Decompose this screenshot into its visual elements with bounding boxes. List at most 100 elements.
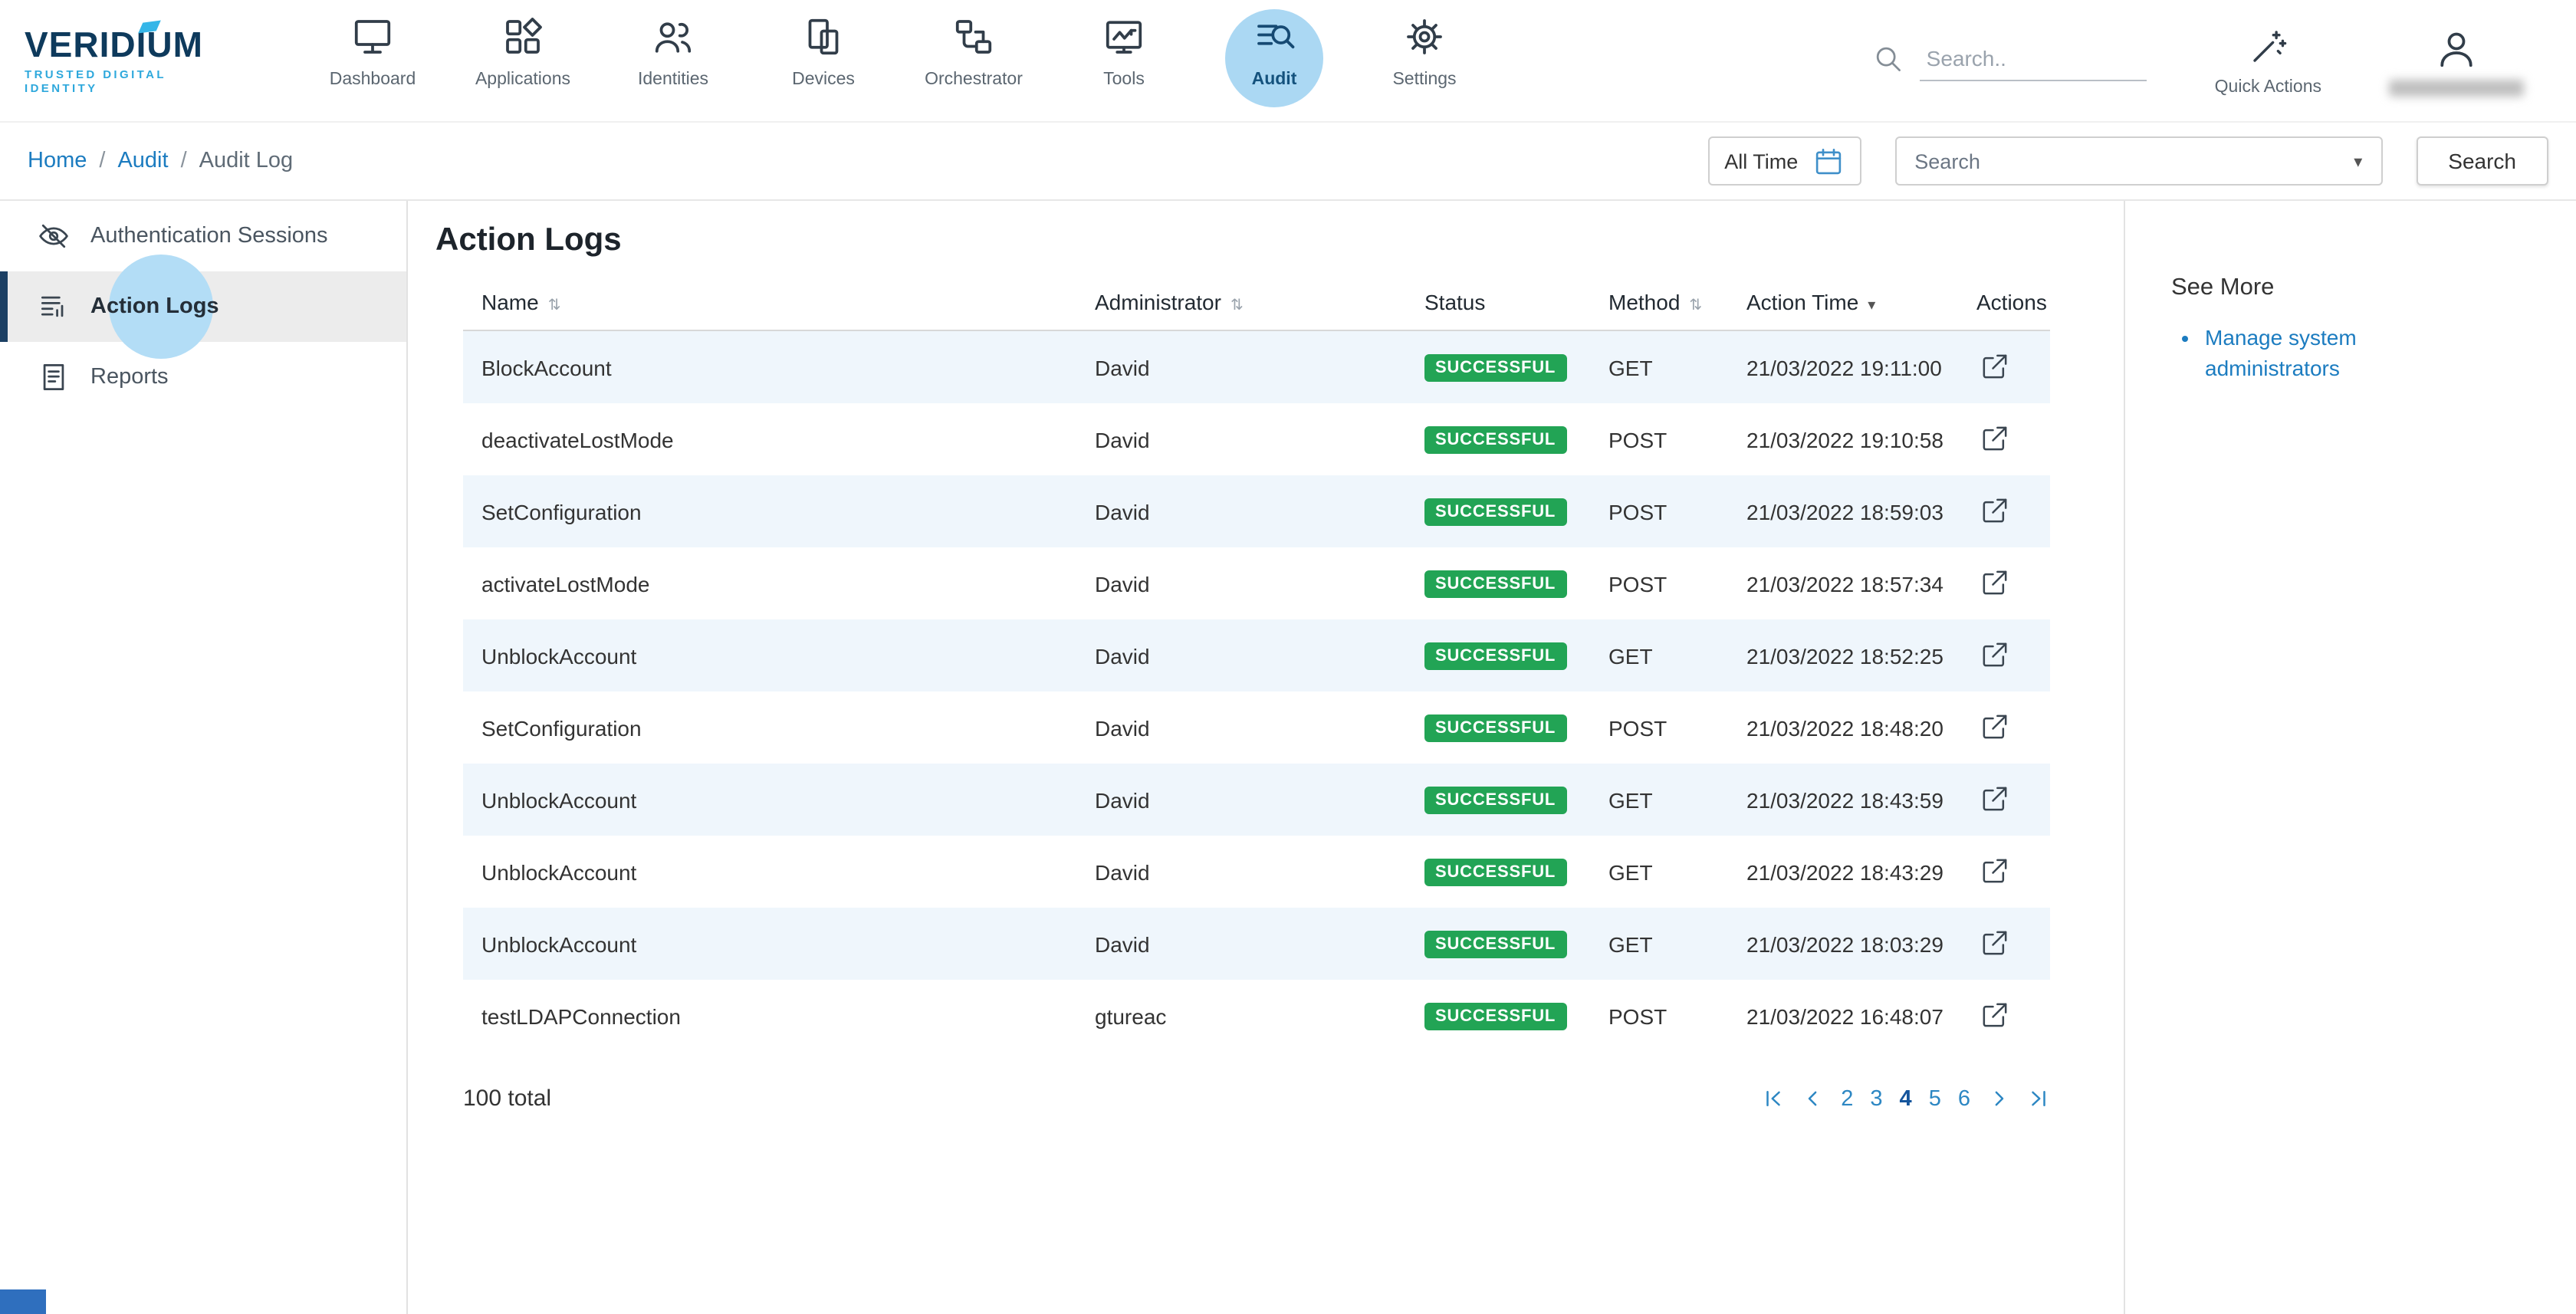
status-badge: SUCCESSFUL <box>1424 570 1566 598</box>
manage-system-administrators-link[interactable]: Manage system administrators <box>2205 325 2357 379</box>
cell-administrator: David <box>1076 330 1406 403</box>
column-header-name[interactable]: Name⇅ <box>463 274 1076 330</box>
breadcrumb-audit-link[interactable]: Audit <box>117 149 168 173</box>
sort-icon: ⇅ <box>1689 297 1702 314</box>
page-link-6[interactable]: 6 <box>1958 1086 1970 1111</box>
breadcrumb-home-link[interactable]: Home <box>28 149 87 173</box>
column-header-administrator[interactable]: Administrator⇅ <box>1076 274 1406 330</box>
cell-method: POST <box>1590 475 1728 547</box>
sidebar-item-label: Action Logs <box>90 294 219 319</box>
cell-name: SetConfiguration <box>463 691 1076 764</box>
prev-page-button[interactable] <box>1801 1087 1824 1110</box>
row-details-button[interactable] <box>1976 420 2013 457</box>
page-link-2[interactable]: 2 <box>1841 1086 1853 1111</box>
breadcrumb: Home / Audit / Audit Log <box>28 149 293 173</box>
cell-administrator: David <box>1076 403 1406 475</box>
column-header-action-time[interactable]: Action Time▾ <box>1728 274 1958 330</box>
app-root: VERIDIUM TRUSTED DIGITAL IDENTITY Dashbo… <box>0 0 2576 1314</box>
page-link-3[interactable]: 3 <box>1870 1086 1882 1111</box>
cell-name: UnblockAccount <box>463 619 1076 691</box>
nav-item-devices[interactable]: Devices <box>748 14 899 89</box>
sidebar-item-label: Reports <box>90 365 169 389</box>
global-search <box>1871 40 2147 81</box>
last-page-button[interactable] <box>2027 1087 2050 1110</box>
status-badge: SUCCESSFUL <box>1424 426 1566 454</box>
user-profile-button[interactable] <box>2389 25 2524 96</box>
row-details-button[interactable] <box>1976 925 2013 961</box>
nav-label: Tools <box>1103 71 1145 89</box>
user-avatar-icon <box>2433 25 2479 71</box>
global-search-input[interactable] <box>1921 40 2147 81</box>
open-details-icon <box>1980 351 2010 382</box>
devices-icon <box>800 14 846 60</box>
main-panel: Action Logs Name⇅ Administrator⇅ Status … <box>408 201 2125 1314</box>
search-button[interactable]: Search <box>2416 136 2548 186</box>
magic-wand-icon <box>2247 25 2288 67</box>
skip-first-icon <box>1761 1087 1784 1110</box>
nav-label: Settings <box>1392 71 1456 89</box>
table-row: testLDAPConnection gtureac SUCCESSFUL PO… <box>463 980 2050 1052</box>
page-link-5[interactable]: 5 <box>1929 1086 1941 1111</box>
nav-item-applications[interactable]: Applications <box>448 14 598 89</box>
page-link-4-current[interactable]: 4 <box>1900 1086 1912 1111</box>
skip-last-icon <box>2027 1087 2050 1110</box>
row-details-button[interactable] <box>1976 492 2013 529</box>
row-details-button[interactable] <box>1976 636 2013 673</box>
cell-action-time: 21/03/2022 18:48:20 <box>1728 691 1958 764</box>
status-badge: SUCCESSFUL <box>1424 859 1566 886</box>
time-range-label: All Time <box>1724 149 1798 172</box>
bottom-left-widget[interactable] <box>0 1289 46 1314</box>
sidebar-item-authentication-sessions[interactable]: Authentication Sessions <box>0 201 406 271</box>
nav-item-orchestrator[interactable]: Orchestrator <box>899 14 1049 89</box>
row-details-button[interactable] <box>1976 348 2013 385</box>
audit-sidebar: Authentication Sessions Action Logs Repo… <box>0 201 408 1314</box>
pagination: 2 3 4 5 6 <box>1761 1086 2050 1111</box>
table-row: deactivateLostMode David SUCCESSFUL POST… <box>463 403 2050 475</box>
see-more-list: Manage system administrators <box>2205 324 2545 383</box>
cell-action-time: 21/03/2022 18:52:25 <box>1728 619 1958 691</box>
cell-action-time: 21/03/2022 18:43:29 <box>1728 836 1958 908</box>
time-range-button[interactable]: All Time <box>1707 136 1861 186</box>
brand-logo[interactable]: VERIDIUM TRUSTED DIGITAL IDENTITY <box>25 27 236 94</box>
cell-action-time: 21/03/2022 19:10:58 <box>1728 403 1958 475</box>
status-badge: SUCCESSFUL <box>1424 787 1566 814</box>
cell-name: SetConfiguration <box>463 475 1076 547</box>
status-badge: SUCCESSFUL <box>1424 642 1566 670</box>
nav-label: Orchestrator <box>925 71 1023 89</box>
row-details-button[interactable] <box>1976 708 2013 745</box>
nav-item-settings[interactable]: Settings <box>1349 14 1500 89</box>
nav-item-dashboard[interactable]: Dashboard <box>297 14 448 89</box>
table-row: UnblockAccount David SUCCESSFUL GET 21/0… <box>463 619 2050 691</box>
see-more-title: See More <box>2171 274 2545 302</box>
filter-controls: All Time Search ▾ Search <box>1707 136 2548 186</box>
cell-method: POST <box>1590 980 1728 1052</box>
sort-icon: ⇅ <box>548 297 561 314</box>
cell-administrator: David <box>1076 547 1406 619</box>
cell-administrator: David <box>1076 619 1406 691</box>
table-row: SetConfiguration David SUCCESSFUL POST 2… <box>463 475 2050 547</box>
nav-item-audit[interactable]: Audit <box>1199 14 1349 89</box>
column-header-actions: Actions <box>1958 274 2050 330</box>
eye-off-icon <box>37 219 71 253</box>
first-page-button[interactable] <box>1761 1087 1784 1110</box>
see-more-panel: See More Manage system administrators <box>2125 201 2576 1314</box>
row-details-button[interactable] <box>1976 564 2013 601</box>
sidebar-item-action-logs[interactable]: Action Logs <box>0 271 406 342</box>
quick-actions-button[interactable]: Quick Actions <box>2215 25 2321 96</box>
column-header-method[interactable]: Method⇅ <box>1590 274 1728 330</box>
row-details-button[interactable] <box>1976 852 2013 889</box>
cell-action-time: 21/03/2022 18:43:59 <box>1728 764 1958 836</box>
search-filter-dropdown[interactable]: Search ▾ <box>1894 136 2382 186</box>
cell-name: UnblockAccount <box>463 908 1076 980</box>
status-badge: SUCCESSFUL <box>1424 931 1566 958</box>
nav-item-identities[interactable]: Identities <box>598 14 748 89</box>
cell-method: GET <box>1590 764 1728 836</box>
chevron-left-icon <box>1801 1087 1824 1110</box>
next-page-button[interactable] <box>1987 1087 2010 1110</box>
open-details-icon <box>1980 1000 2010 1030</box>
sidebar-item-reports[interactable]: Reports <box>0 342 406 412</box>
breadcrumb-current: Audit Log <box>199 149 294 173</box>
row-details-button[interactable] <box>1976 997 2013 1033</box>
nav-item-tools[interactable]: Tools <box>1049 14 1199 89</box>
row-details-button[interactable] <box>1976 780 2013 817</box>
